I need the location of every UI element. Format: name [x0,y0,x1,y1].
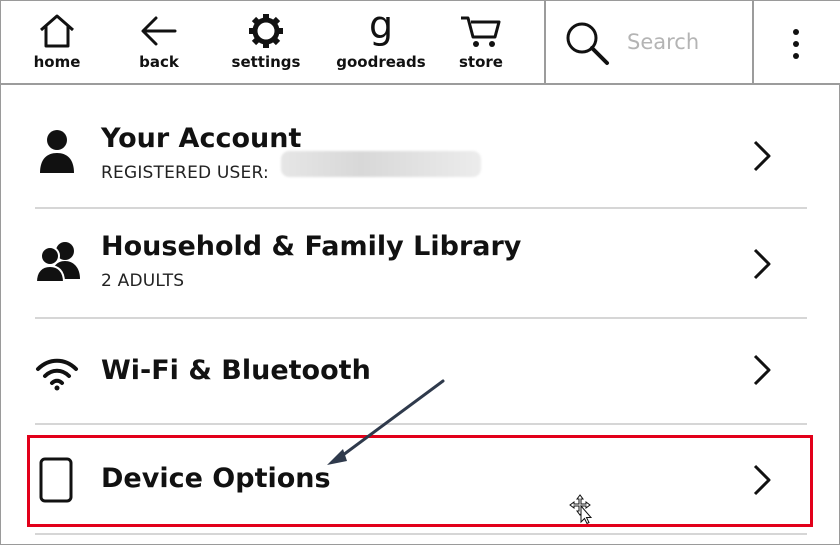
kindle-settings-window: home back settings g goodreads store Sea… [0,0,840,545]
move-cursor-icon [569,494,593,524]
annotation-arrow [327,379,445,465]
